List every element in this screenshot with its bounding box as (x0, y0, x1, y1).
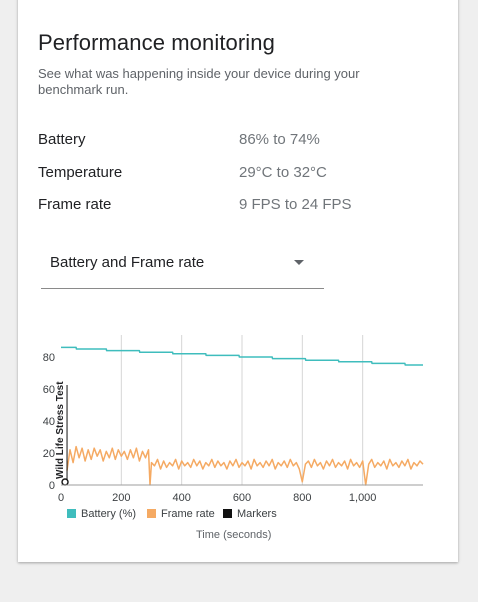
marker-label: Wild Life Stress Test (55, 381, 66, 479)
legend-item-battery[interactable]: Battery (%) (67, 508, 136, 520)
y-tick-label: 40 (43, 416, 55, 428)
series-line-frame-rate (66, 445, 424, 486)
legend-swatch-battery (67, 509, 76, 518)
x-tick-label: 400 (172, 492, 190, 504)
legend-swatch-frame-rate (147, 509, 156, 518)
x-axis-title: Time (seconds) (196, 529, 272, 541)
legend-label: Frame rate (161, 508, 215, 520)
x-tick-label: 600 (233, 492, 251, 504)
x-tick-label: 1,000 (349, 492, 377, 504)
x-tick-label: 0 (58, 492, 64, 504)
performance-card: Performance monitoring See what was happ… (18, 0, 458, 562)
legend-swatch-markers (223, 509, 232, 518)
y-tick-label: 80 (43, 352, 55, 364)
x-tick-label: 800 (293, 492, 311, 504)
performance-chart: Wild Life Stress Test 0 200 400 600 800 1,000… (43, 335, 424, 504)
chart-markers: Wild Life Stress Test (55, 381, 69, 486)
x-tick-label: 200 (112, 492, 130, 504)
legend-label: Battery (%) (81, 508, 137, 520)
y-tick-label: 0 (49, 480, 55, 492)
y-tick-label: 60 (43, 384, 55, 396)
legend-item-markers[interactable]: Markers (223, 508, 277, 520)
legend-item-frame-rate[interactable]: Frame rate (147, 508, 215, 520)
legend-label: Markers (237, 508, 277, 520)
y-tick-label: 20 (43, 448, 55, 460)
